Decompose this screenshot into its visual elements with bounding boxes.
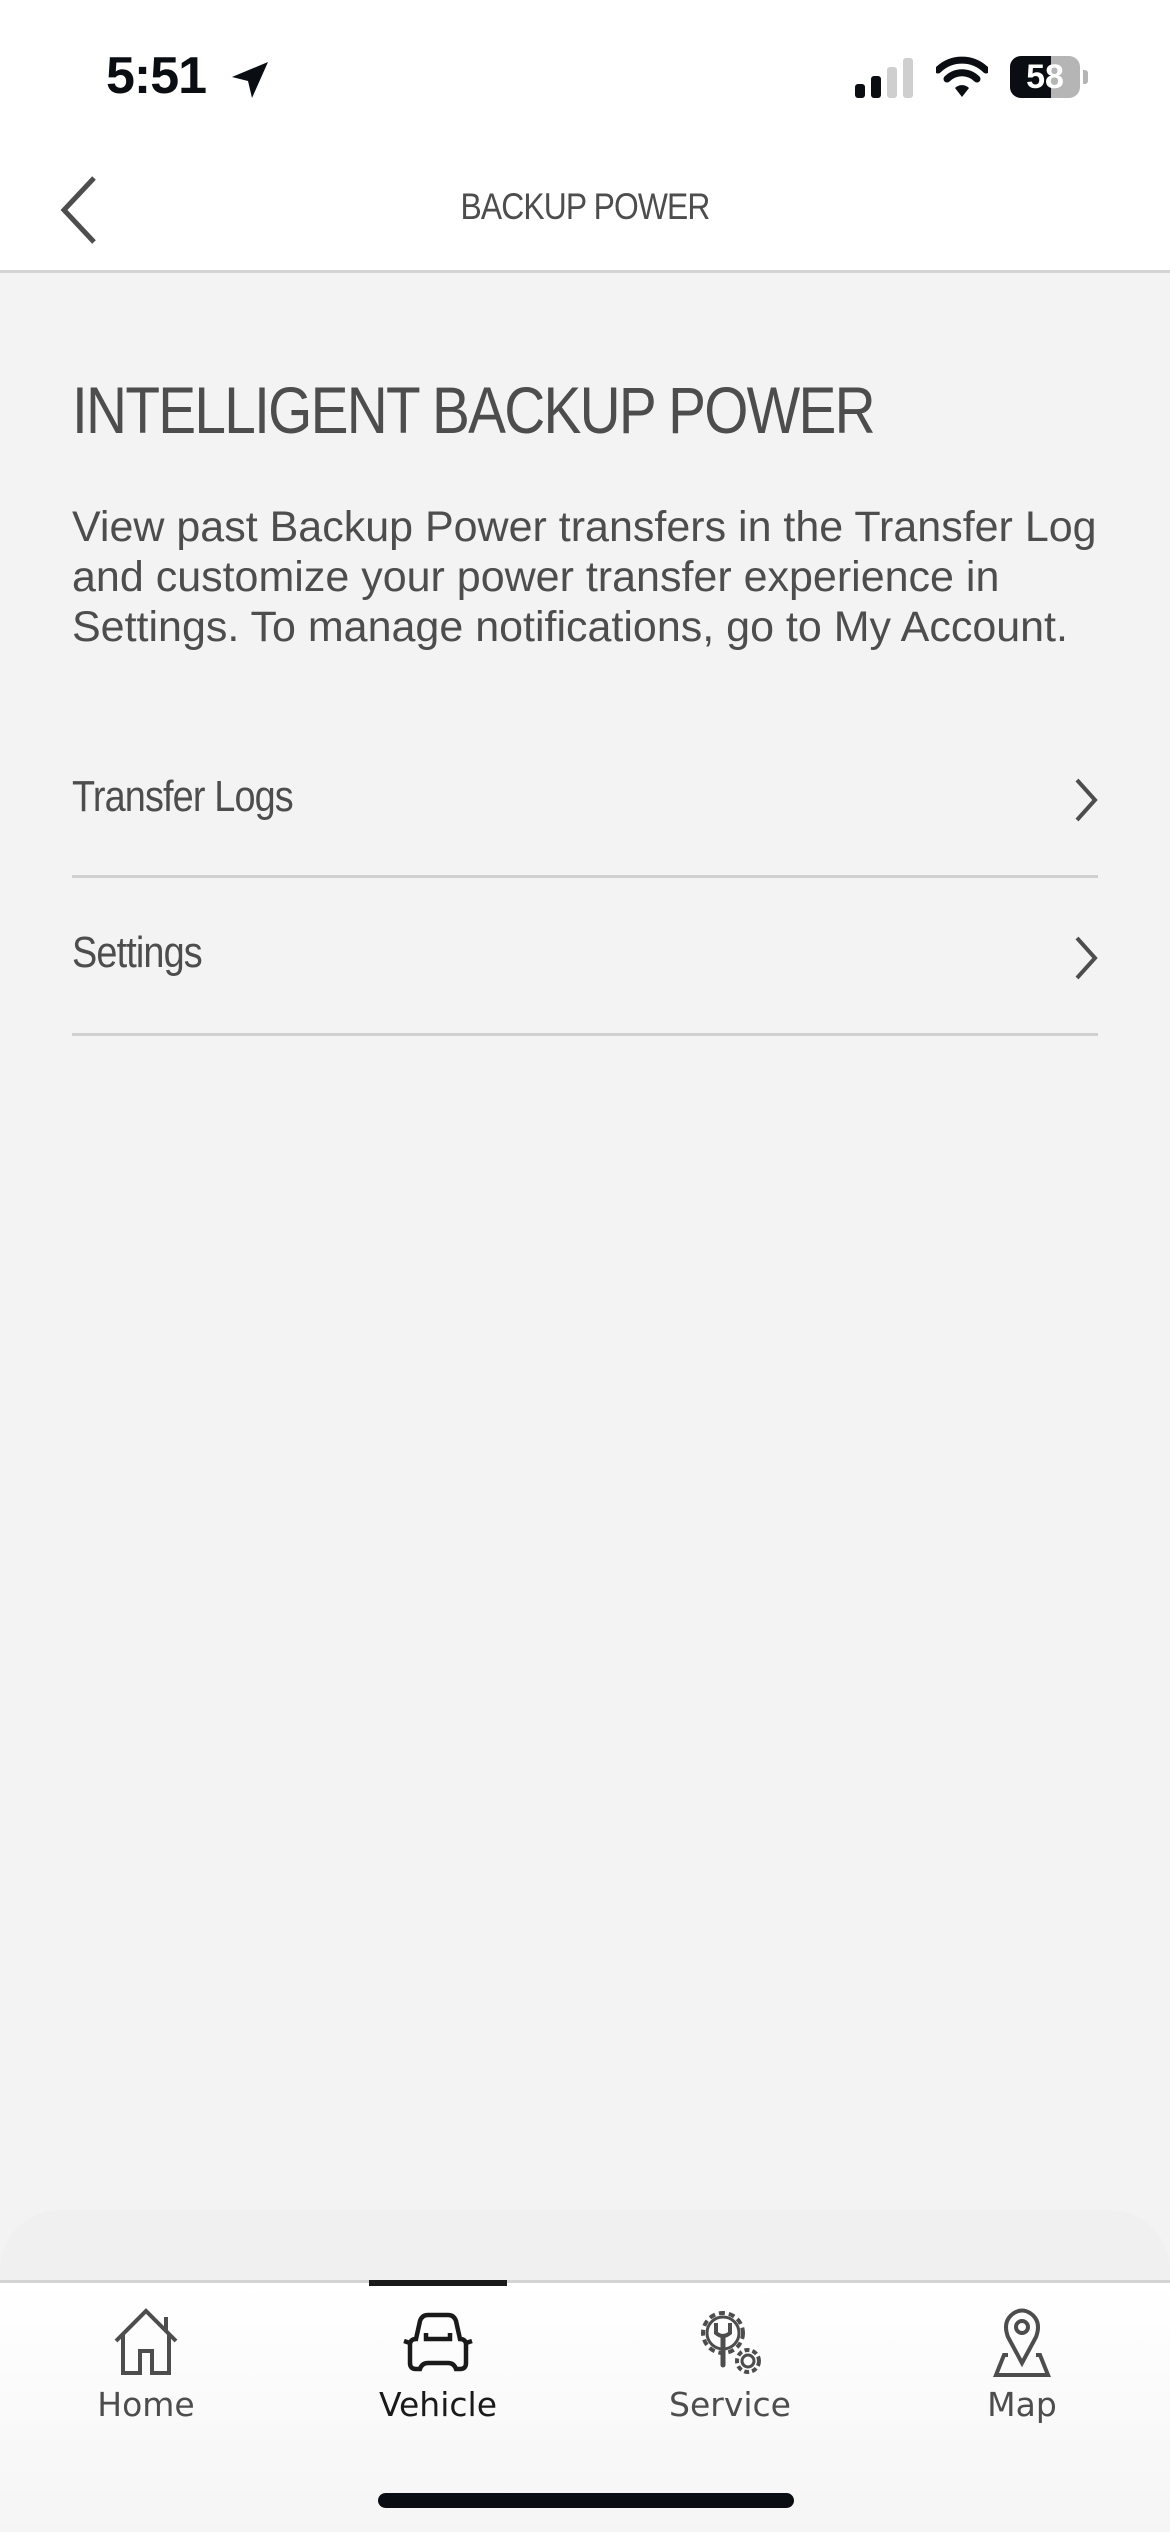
menu-item-label: Transfer Logs <box>72 772 294 821</box>
location-arrow-icon <box>232 62 268 98</box>
menu-list: Transfer Logs Settings <box>72 720 1098 1036</box>
chevron-right-icon <box>1075 778 1098 822</box>
status-time: 5:51 <box>106 47 207 105</box>
tab-vehicle[interactable]: Vehicle <box>292 2280 584 2433</box>
battery-indicator: 58 <box>1010 56 1080 98</box>
tab-service[interactable]: Service <box>584 2283 876 2433</box>
battery-nub <box>1083 70 1088 84</box>
tab-label: Home <box>97 2385 195 2424</box>
section-description: View past Backup Power transfers in the … <box>72 503 1097 651</box>
tab-label: Service <box>669 2385 791 2424</box>
tab-label: Vehicle <box>378 2385 497 2424</box>
map-pin-icon <box>993 2308 1051 2377</box>
tab-home[interactable]: Home <box>0 2283 292 2433</box>
chevron-right-icon <box>1075 936 1098 980</box>
house-icon <box>114 2308 178 2375</box>
menu-item-label: Settings <box>72 928 203 977</box>
page-title: BACKUP POWER <box>460 186 710 227</box>
cellular-signal-icon <box>855 58 913 98</box>
active-tab-indicator <box>369 2280 507 2286</box>
menu-item-transfer-logs[interactable]: Transfer Logs <box>72 720 1098 878</box>
tab-map[interactable]: Map <box>876 2283 1168 2433</box>
nav-header: BACKUP POWER <box>0 150 1170 273</box>
tab-bar-shadow <box>0 2210 1170 2280</box>
menu-item-settings[interactable]: Settings <box>72 878 1098 1036</box>
home-indicator[interactable] <box>378 2493 794 2508</box>
car-icon <box>403 2312 473 2372</box>
wifi-icon <box>936 56 988 97</box>
battery-percent: 58 <box>1026 57 1064 96</box>
tab-label: Map <box>987 2385 1057 2424</box>
main-content: INTELLIGENT BACKUP POWER View past Backu… <box>72 370 1098 652</box>
service-gears-icon <box>701 2311 761 2374</box>
section-heading: INTELLIGENT BACKUP POWER <box>72 373 876 447</box>
status-bar: 5:51 58 <box>0 0 1170 150</box>
